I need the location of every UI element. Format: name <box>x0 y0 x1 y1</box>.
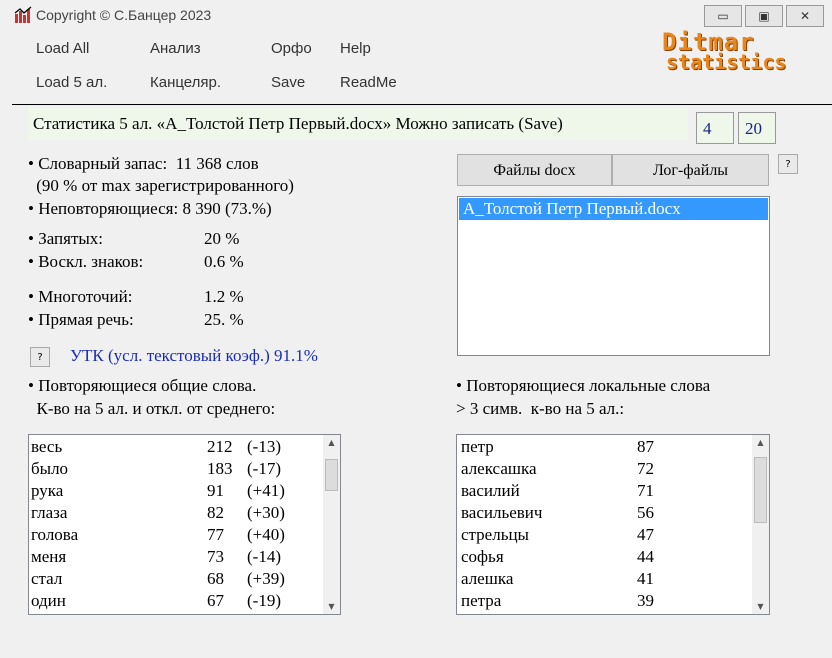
word-cell: стал <box>31 569 63 588</box>
file-item-selected[interactable]: А_Толстой Петр Первый.docx <box>459 198 768 220</box>
deviation-cell: (-19) <box>247 591 281 610</box>
status-text: Статистика 5 ал. «А_Толстой Петр Первый.… <box>33 114 563 133</box>
exclam-label: • Воскл. знаков: <box>28 252 144 271</box>
paragraph-count-box[interactable]: 4 <box>696 112 734 144</box>
count-cell: 39 <box>637 591 654 610</box>
utk-value: УТК (усл. текстовый коэф.) 91.1% <box>70 346 318 365</box>
deviation-cell: (+39) <box>247 569 285 588</box>
count-cell: 73 <box>207 547 224 566</box>
word-cell: один <box>31 591 66 610</box>
word-cell: алешка <box>461 569 514 588</box>
count-cell: 68 <box>207 569 224 588</box>
direct-speech-label: • Прямая речь: <box>28 310 134 329</box>
ellipsis-label: • Многоточий: <box>28 287 133 306</box>
count-cell: 47 <box>637 525 654 544</box>
unique-stat: • Неповторяющиеся: 8 390 (73.%) <box>28 199 272 218</box>
count-cell: 82 <box>207 503 224 522</box>
word-cell: рука <box>31 481 64 500</box>
count-cell: 72 <box>637 459 654 478</box>
deviation-cell: (-13) <box>247 437 281 456</box>
word-cell: весь <box>31 437 63 456</box>
direct-speech-value: 25. % <box>204 310 244 329</box>
common-words-title: • Повторяющиеся общие слова. <box>28 376 257 395</box>
count-cell: 77 <box>207 525 224 544</box>
vocab-note: (90 % от max зарегистрированного) <box>32 176 294 195</box>
common-words-list[interactable]: ▲ ▼ весь 212 (-13) было 183 (-17) рука 91 (+41) г… <box>28 434 341 615</box>
menu-load-all[interactable]: Load All <box>36 40 89 57</box>
word-cell: васильевич <box>461 503 543 522</box>
deviation-cell: (+40) <box>247 525 285 544</box>
local-words-subtitle: > 3 симв. к-во на 5 ал.: <box>456 399 625 418</box>
deviation-cell: (+41) <box>247 481 285 500</box>
menu-kantselyar[interactable]: Канцеляр. <box>150 74 221 91</box>
word-cell: петра <box>461 591 502 610</box>
word-cell: алексашка <box>461 459 537 478</box>
files-help-button[interactable]: ? <box>778 154 798 174</box>
count-cell: 41 <box>637 569 654 588</box>
file-list[interactable]: А_Толстой Петр Первый.docx <box>457 196 770 356</box>
utk-help-button[interactable]: ? <box>30 347 50 367</box>
word-cell: петр <box>461 437 494 456</box>
commas-label: • Запятых: <box>28 229 104 248</box>
log-files-button[interactable]: Лог-файлы <box>612 154 769 186</box>
local-words-title: • Повторяющиеся локальные слова <box>456 376 711 395</box>
deviation-cell: (-17) <box>247 459 281 478</box>
count-cell: 87 <box>637 437 654 456</box>
count-cell: 56 <box>637 503 654 522</box>
menu-help[interactable]: Help <box>340 40 371 57</box>
ellipsis-value: 1.2 % <box>204 287 244 306</box>
vocab-stat: • Словарный запас: 11 368 слов <box>28 154 259 173</box>
docx-files-button[interactable]: Файлы docx <box>457 154 612 186</box>
window-title: Copyright © С.Банцер 2023 <box>36 7 212 23</box>
word-cell: глаза <box>31 503 68 522</box>
scrollbar[interactable]: ▲ ▼ <box>752 435 769 614</box>
minimize-button[interactable]: ▭ <box>704 5 742 27</box>
scroll-down-icon[interactable]: ▼ <box>752 602 769 611</box>
menu-orfo[interactable]: Орфо <box>271 40 312 57</box>
count-cell: 212 <box>207 437 233 456</box>
exclam-value: 0.6 % <box>204 252 244 271</box>
close-button[interactable]: ✕ <box>786 5 824 27</box>
local-words-list[interactable]: ▲ ▼ петр 87 алексашка 72 василий 71 васильевич… <box>456 434 770 615</box>
scroll-thumb[interactable] <box>754 457 767 523</box>
value-box[interactable]: 20 <box>738 112 776 144</box>
maximize-button[interactable]: ▣ <box>745 5 783 27</box>
word-cell: софья <box>461 547 504 566</box>
count-cell: 183 <box>207 459 233 478</box>
count-cell: 91 <box>207 481 224 500</box>
count-cell: 67 <box>207 591 224 610</box>
commas-value: 20 % <box>204 229 240 248</box>
deviation-cell: (+30) <box>247 503 285 522</box>
scroll-up-icon[interactable]: ▲ <box>323 438 340 447</box>
menu-save[interactable]: Save <box>271 74 305 91</box>
word-cell: меня <box>31 547 67 566</box>
scroll-thumb[interactable] <box>325 459 338 491</box>
word-cell: стрельцы <box>461 525 529 544</box>
logo-statistics: statistics <box>666 50 787 74</box>
menu-load-5[interactable]: Load 5 ал. <box>36 74 107 91</box>
deviation-cell: (-14) <box>247 547 281 566</box>
word-cell: василий <box>461 481 520 500</box>
scroll-down-icon[interactable]: ▼ <box>323 602 340 611</box>
scroll-up-icon[interactable]: ▲ <box>752 438 769 447</box>
divider <box>12 104 832 105</box>
app-icon <box>14 6 32 23</box>
word-cell: голова <box>31 525 79 544</box>
scrollbar[interactable]: ▲ ▼ <box>323 435 340 614</box>
count-cell: 44 <box>637 547 654 566</box>
count-cell: 71 <box>637 481 654 500</box>
word-cell: было <box>31 459 69 478</box>
common-words-subtitle: К-во на 5 ал. и откл. от среднего: <box>28 399 276 418</box>
menu-readme[interactable]: ReadMe <box>340 74 397 91</box>
menu-analysis[interactable]: Анализ <box>150 40 201 57</box>
